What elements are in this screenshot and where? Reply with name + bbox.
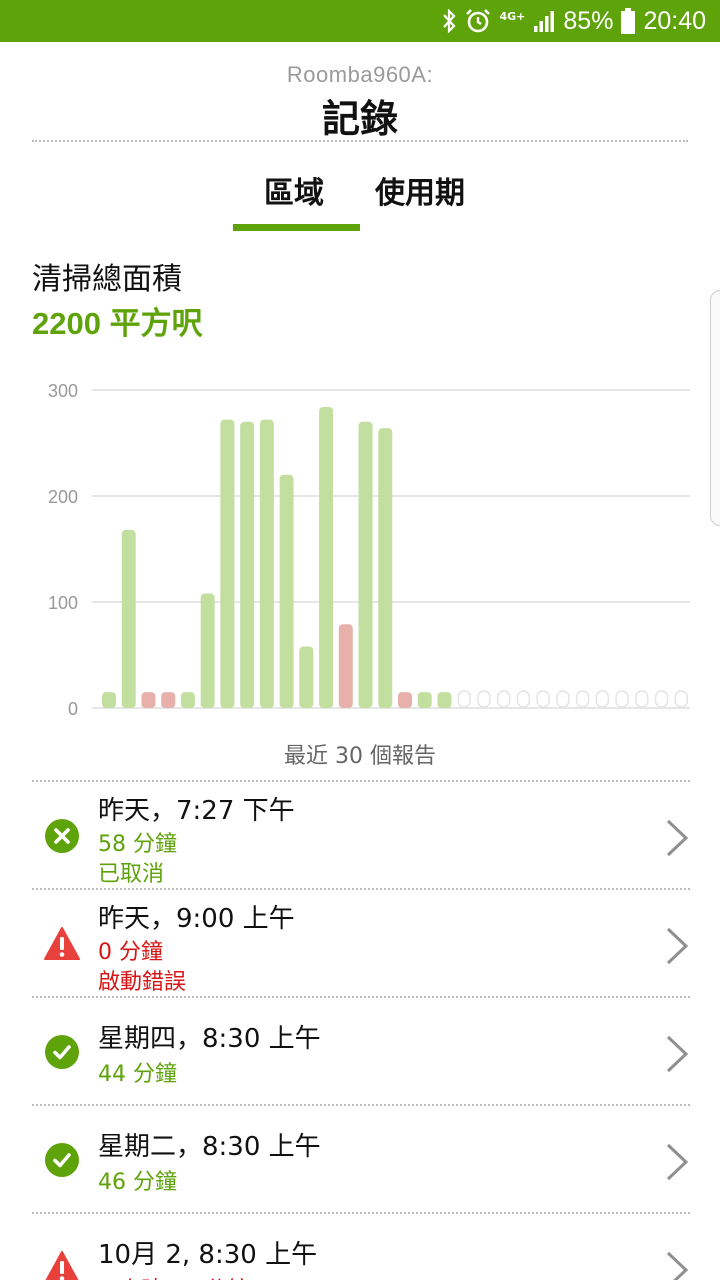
chart-bar[interactable] [319,406,334,708]
chart-bar[interactable] [358,421,373,708]
chart-bar[interactable] [220,419,235,708]
history-row[interactable]: 昨天，7:27 下午 58 分鐘已取消 [32,780,690,888]
history-duration: 0 分鐘 [98,940,163,965]
chart-bar-empty[interactable] [654,690,669,708]
chart-bar-empty[interactable] [457,690,471,708]
network-type-label: 4G+ [499,9,526,23]
history-date: 星期二，8:30 上午 [98,1132,321,1162]
chart-bar[interactable] [299,646,314,708]
warning-icon [44,1250,80,1280]
cancel-icon [44,818,80,854]
battery-percent: 85% [563,6,614,35]
chart-bar-error[interactable] [338,624,353,708]
chart-bar[interactable] [279,474,294,708]
chart-bar[interactable] [240,421,255,708]
history-duration: 44 分鐘 [98,1062,177,1087]
history-status: 啟動錯誤 [98,970,187,995]
alarm-icon [465,8,491,34]
history-row[interactable]: 星期二，8:30 上午 46 分鐘 [32,1104,690,1212]
chart-bar-empty[interactable] [516,690,531,708]
history-row[interactable]: 10月 2, 8:30 上午 1 小時 46 分鐘 [32,1212,690,1280]
chart-caption: 最近 30 個報告 [284,744,436,769]
history-row[interactable]: 昨天，9:00 上午 0 分鐘啟動錯誤 [32,888,690,996]
history-row[interactable]: 星期四，8:30 上午 44 分鐘 [32,996,690,1104]
history-duration: 1 小時 46 分鐘 [98,1272,249,1280]
history-duration: 46 分鐘 [98,1170,177,1195]
chart-bar-empty[interactable] [575,690,590,708]
chart-bar[interactable] [437,692,452,708]
check-icon [44,1142,80,1178]
chart-bar-empty[interactable] [615,690,629,708]
header-divider [32,140,688,142]
chevron-right-icon[interactable] [664,1142,690,1182]
tab-missions[interactable]: 使用期 [375,168,465,212]
chart-bar[interactable] [102,692,116,708]
chart-bar[interactable] [121,529,136,708]
page-title: 記錄 [321,97,398,141]
signal-icon [533,9,555,33]
side-drawer-handle[interactable] [710,290,720,526]
status-bar: 4G+ 85% 20:40 [0,0,720,42]
chart-y-tick-label: 100 [48,593,78,613]
device-name: Roomba960A: [286,62,434,87]
history-date: 昨天，7:27 下午 [98,796,295,826]
history-list: 昨天，7:27 下午 58 分鐘 已取消 昨天，9:00 上午 0 分鐘 啟動錯誤 星期四，… [32,780,690,1280]
chart-bar[interactable] [259,419,274,708]
chart-bar-empty[interactable] [496,690,511,708]
area-bar-chart: 300 200 100 0 [48,381,690,719]
total-area-value: 2200 平方呎 [32,306,203,341]
page-header: Roomba960A: 記錄 [0,62,720,143]
chart-bar[interactable] [180,692,195,708]
chevron-right-icon[interactable] [664,926,690,966]
active-tab-indicator [233,224,360,231]
chevron-right-icon[interactable] [664,1250,690,1280]
history-date: 昨天，9:00 上午 [98,904,295,934]
battery-icon [621,8,636,34]
chart-bar[interactable] [200,593,215,708]
warning-icon [44,926,80,962]
chart-bar-error[interactable] [141,692,156,708]
chart-bar[interactable] [378,428,393,708]
total-area-label: 清掃總面積 [32,262,182,297]
chevron-right-icon[interactable] [664,1034,690,1074]
tab-area[interactable]: 區域 [264,168,324,212]
history-status: 已取消 [98,862,165,887]
history-duration: 58 分鐘 [98,832,177,857]
chart-bar-empty[interactable] [556,690,570,708]
history-date: 星期四，8:30 上午 [98,1024,321,1054]
chart-bar[interactable] [417,692,432,708]
clock: 20:40 [643,6,706,35]
history-date: 10月 2, 8:30 上午 [98,1240,318,1270]
chevron-right-icon[interactable] [664,818,690,858]
chart-bar-error[interactable] [398,692,412,708]
chart-y-tick-label: 200 [48,487,78,507]
chart-bar-empty[interactable] [536,690,550,708]
chart-bar-empty[interactable] [674,690,689,708]
chart-bar-empty[interactable] [477,690,491,708]
chart-bar-error[interactable] [161,692,176,708]
network-icon: 4G+ [499,11,525,22]
chart-bar-empty[interactable] [635,690,649,708]
tab-bar: 區域 使用期 [0,168,720,232]
bluetooth-icon [441,9,457,33]
chart-y-tick-label: 0 [68,699,78,719]
chart-y-tick-label: 300 [48,381,78,401]
chart-bar-empty[interactable] [595,690,610,708]
check-icon [44,1034,80,1070]
